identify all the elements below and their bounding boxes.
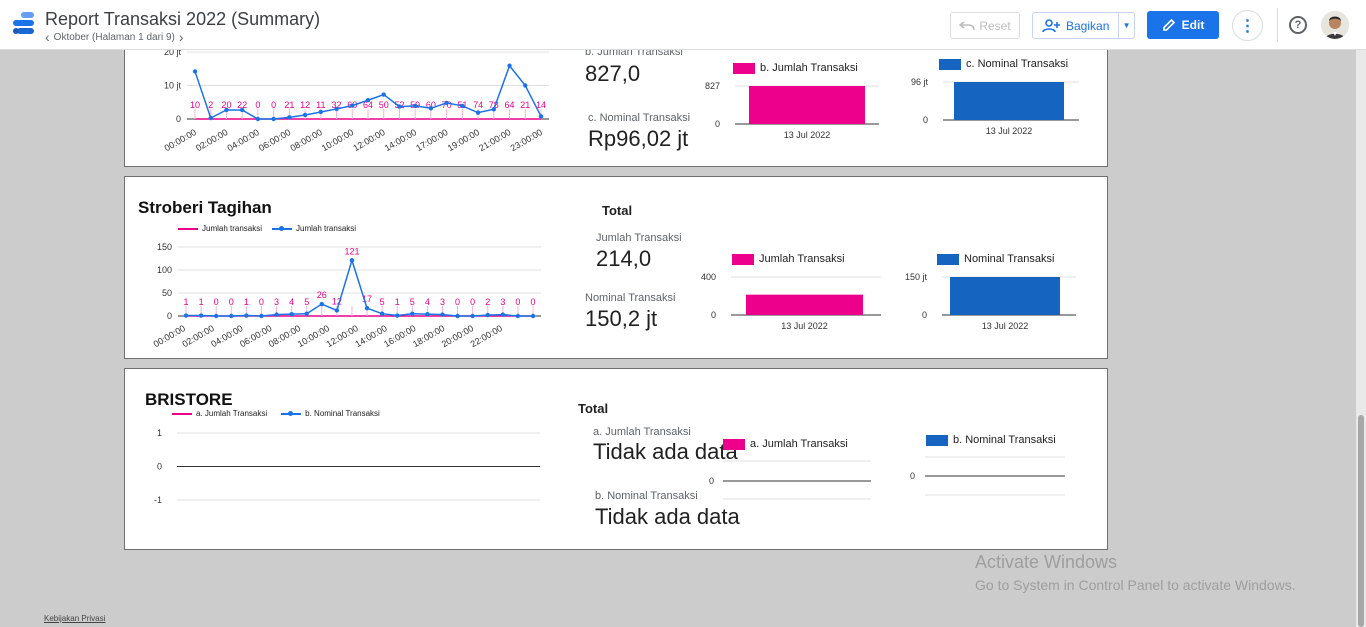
bar-category-label: 13 Jul 2022 [784, 130, 831, 140]
pencil-icon [1162, 18, 1175, 31]
windows-watermark-title: Activate Windows [975, 552, 1118, 572]
help-icon[interactable]: ? [1289, 16, 1307, 34]
windows-watermark-text: Go to System in Control Panel to activat… [975, 577, 1296, 593]
more-vert-icon[interactable]: ⋮ [1232, 10, 1263, 41]
bar-y-tick-label: 96 jt [911, 77, 929, 87]
panel-bristore: BRISTORE a. Jumlah Transaksi b. Nominal … [124, 368, 1108, 550]
bar-y-tick-label: 0 [709, 476, 714, 486]
bar-y-tick-label: 0 [715, 119, 720, 129]
bar-category-label: 13 Jul 2022 [781, 321, 828, 331]
share-button[interactable]: Bagikan ▼ [1032, 12, 1135, 39]
scrollbar-thumb[interactable] [1358, 415, 1364, 627]
bar-category-label: 13 Jul 2022 [982, 321, 1029, 331]
bar-y-tick-label: 0 [711, 310, 716, 320]
privacy-link[interactable]: Kebijakan Privasi [44, 614, 105, 623]
avatar-image [1321, 11, 1349, 39]
reset-button[interactable]: Reset [950, 12, 1020, 39]
panel-stroberi-tagihan: Stroberi Tagihan Jumlah transaksi Jumlah… [124, 176, 1108, 359]
page-label[interactable]: Oktober (Halaman 1 dari 9) [54, 32, 175, 43]
undo-icon [959, 20, 976, 30]
bar-y-tick-label: 0 [910, 471, 915, 481]
datastudio-logo-icon[interactable] [10, 11, 36, 37]
app-header: Report Transaksi 2022 (Summary) ‹ Oktobe… [0, 0, 1366, 50]
bar-y-tick-label: 400 [701, 272, 716, 282]
bar-chart-count: 827 0 13 Jul 2022 96 jt 0 13 Jul 2022 [705, 77, 1079, 140]
panel-summary-top: 20 jt10 jt010220220021121132606450525960… [124, 40, 1108, 167]
bar-chart-count: 400 0 13 Jul 2022 150 jt 0 13 Jul 2022 [701, 272, 1076, 331]
header-divider [1277, 8, 1278, 42]
avatar[interactable] [1321, 11, 1349, 39]
person-add-icon [1042, 18, 1060, 32]
bar-category-label: 13 Jul 2022 [986, 126, 1033, 136]
reset-label: Reset [979, 18, 1011, 33]
edit-button[interactable]: Edit [1147, 11, 1219, 39]
bar-chart-empty: 00 [709, 456, 1065, 500]
bar [950, 277, 1060, 315]
bar-y-tick-label: 150 jt [905, 272, 928, 282]
scrollbar[interactable] [1356, 50, 1366, 627]
bar [749, 86, 865, 124]
report-title[interactable]: Report Transaksi 2022 (Summary) [45, 9, 320, 30]
caret-down-icon[interactable]: ▼ [1118, 13, 1134, 38]
page-navigator: ‹ Oktober (Halaman 1 dari 9) › [45, 30, 184, 44]
bar [954, 82, 1064, 120]
chevron-right-icon[interactable]: › [179, 30, 184, 44]
bar [746, 294, 863, 315]
edit-label: Edit [1181, 18, 1205, 32]
share-label: Bagikan [1066, 18, 1110, 33]
bar-y-tick-label: 0 [923, 115, 928, 125]
bar-y-tick-label: 0 [922, 310, 927, 320]
chevron-left-icon[interactable]: ‹ [45, 30, 50, 44]
bar-y-tick-label: 827 [705, 81, 720, 91]
